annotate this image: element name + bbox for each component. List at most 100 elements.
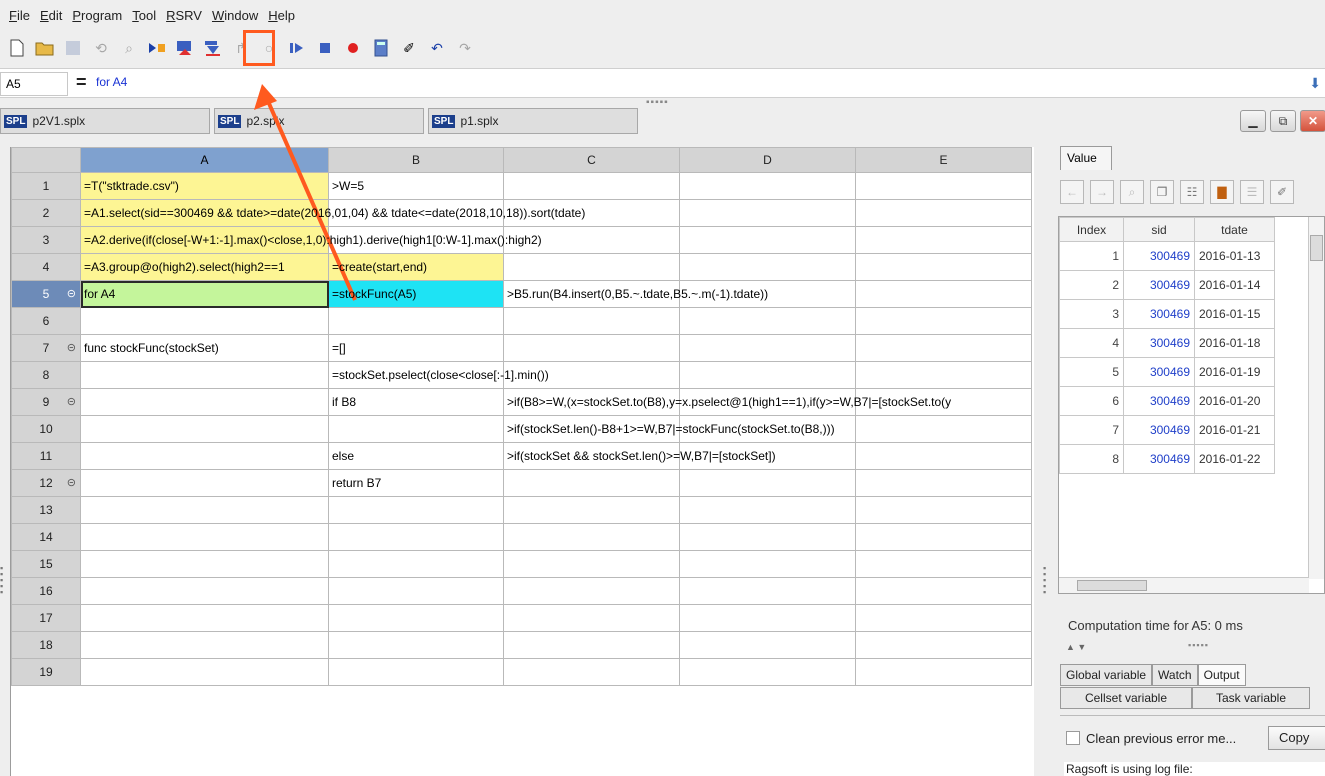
cell-e5[interactable] [855, 280, 1032, 308]
undo-redo-icon[interactable]: ⟲ [90, 37, 112, 59]
row-header[interactable]: 4 [11, 253, 81, 281]
cell-a7[interactable]: func stockFunc(stockSet) [80, 334, 329, 362]
column-header-b[interactable]: B [328, 147, 504, 173]
cell-b9[interactable]: if B8 [328, 388, 504, 416]
cell-b5[interactable]: =stockFunc(A5) [328, 280, 504, 308]
row-header[interactable]: 16 [11, 577, 81, 605]
cell-d18[interactable] [679, 631, 856, 659]
menu-edit[interactable]: Edit [35, 8, 67, 23]
cell-a9[interactable] [80, 388, 329, 416]
row-header[interactable]: 18 [11, 631, 81, 659]
row-header[interactable]: 14 [11, 523, 81, 551]
minimize-icon[interactable]: ▁ [1240, 110, 1266, 132]
open-file-icon[interactable] [34, 37, 56, 59]
cell-d1[interactable] [679, 172, 856, 200]
cell-a17[interactable] [80, 604, 329, 632]
cell-c10[interactable]: >if(stockSet.len()-B8+1>=W,B7|=stockFunc… [503, 415, 835, 443]
cell-c16[interactable] [503, 577, 680, 605]
cell-c19[interactable] [503, 658, 680, 686]
cell-a11[interactable] [80, 442, 329, 470]
cell-e1[interactable] [855, 172, 1032, 200]
menu-program[interactable]: Program [67, 8, 127, 23]
cell-c11[interactable]: >if(stockSet && stockSet.len()>=W,B7|=[s… [503, 442, 776, 470]
properties-icon[interactable]: ☰ [1240, 180, 1264, 204]
back-icon[interactable]: ← [1060, 180, 1084, 204]
cell-d16[interactable] [679, 577, 856, 605]
row-header[interactable]: 12 ⊝ [11, 469, 81, 497]
row-header[interactable]: 1 [11, 172, 81, 200]
tab-global-variable[interactable]: Global variable [1060, 664, 1153, 686]
cell-d15[interactable] [679, 550, 856, 578]
tab-p1[interactable]: SPL p1.splx [428, 108, 638, 134]
cell-a13[interactable] [80, 496, 329, 524]
cell-e17[interactable] [855, 604, 1032, 632]
row-header[interactable]: 9 ⊝ [11, 388, 81, 416]
menu-file[interactable]: File [4, 8, 35, 23]
value-row[interactable]: 7 300469 2016-01-21 [1059, 415, 1275, 445]
cell-c18[interactable] [503, 631, 680, 659]
expand-arrow-icon[interactable]: ⬇ [1309, 75, 1321, 92]
step-return-icon[interactable]: ↱ [230, 37, 252, 59]
close-icon[interactable]: ✕ [1300, 110, 1325, 132]
row-header[interactable]: 6 [11, 307, 81, 335]
cell-a2[interactable]: =A1.select(sid==300469 && tdate>=date(20… [80, 199, 585, 227]
cell-a8[interactable] [80, 361, 329, 389]
row-header[interactable]: 17 [11, 604, 81, 632]
horizontal-scrollbar[interactable] [1059, 577, 1309, 593]
cell-d6[interactable] [679, 307, 856, 335]
cell-d17[interactable] [679, 604, 856, 632]
pin-icon[interactable]: ✐ [1270, 180, 1294, 204]
cell-e15[interactable] [855, 550, 1032, 578]
value-column-header[interactable]: tdate [1194, 217, 1275, 242]
cell-e12[interactable] [855, 469, 1032, 497]
restore-icon[interactable]: ⧉ [1270, 110, 1296, 132]
cell-d13[interactable] [679, 496, 856, 524]
cell-e2[interactable] [855, 199, 1032, 227]
cell-e13[interactable] [855, 496, 1032, 524]
cell-a18[interactable] [80, 631, 329, 659]
vertical-scrollbar[interactable] [1308, 217, 1324, 579]
cell-d4[interactable] [679, 253, 856, 281]
cell-a3[interactable]: =A2.derive(if(close[-W+1:-1].max()<close… [80, 226, 542, 254]
cell-b17[interactable] [328, 604, 504, 632]
collapse-icon[interactable]: ⊝ [67, 476, 76, 489]
cell-a1[interactable]: =T("stktrade.csv") [80, 172, 329, 200]
value-column-header[interactable]: Index [1059, 217, 1124, 242]
cell-c13[interactable] [503, 496, 680, 524]
cell-c1[interactable] [503, 172, 680, 200]
clean-checkbox[interactable] [1066, 731, 1080, 745]
row-header[interactable]: 5 ⊝ [11, 280, 81, 308]
cell-a5[interactable]: for A4 [80, 280, 329, 308]
cell-b13[interactable] [328, 496, 504, 524]
cell-b8[interactable]: =stockSet.pselect(close<close[:-1].min()… [328, 361, 549, 389]
undo-icon[interactable]: ↶ [426, 37, 448, 59]
cell-e19[interactable] [855, 658, 1032, 686]
splitter-dots-small[interactable]: ▪▪▪▪▪ [1188, 640, 1209, 650]
row-header[interactable]: 11 [11, 442, 81, 470]
zoom-icon[interactable]: ⌕ [1120, 180, 1144, 204]
cell-name-box[interactable]: A5 [0, 72, 68, 96]
copy-button[interactable]: Copy [1268, 726, 1325, 750]
cell-e16[interactable] [855, 577, 1032, 605]
copy-icon[interactable]: ❐ [1150, 180, 1174, 204]
value-row[interactable]: 2 300469 2016-01-14 [1059, 270, 1275, 300]
cell-e18[interactable] [855, 631, 1032, 659]
cell-c17[interactable] [503, 604, 680, 632]
run-to-cursor-icon[interactable] [146, 37, 168, 59]
value-row[interactable]: 3 300469 2016-01-15 [1059, 299, 1275, 329]
cell-c12[interactable] [503, 469, 680, 497]
cell-e6[interactable] [855, 307, 1032, 335]
cell-c14[interactable] [503, 523, 680, 551]
save-icon[interactable] [62, 37, 84, 59]
cell-a10[interactable] [80, 415, 329, 443]
cell-d7[interactable] [679, 334, 856, 362]
cell-d12[interactable] [679, 469, 856, 497]
record-icon[interactable] [342, 37, 364, 59]
tab-watch[interactable]: Watch [1152, 664, 1198, 686]
collapse-icon[interactable]: ⊝ [67, 341, 76, 354]
row-header[interactable]: 19 [11, 658, 81, 686]
corner-cell[interactable] [11, 147, 81, 173]
cell-c5[interactable]: >B5.run(B4.insert(0,B5.~.tdate,B5.~.m(-1… [503, 280, 768, 308]
value-row[interactable]: 1 300469 2016-01-13 [1059, 241, 1275, 271]
cell-b6[interactable] [328, 307, 504, 335]
